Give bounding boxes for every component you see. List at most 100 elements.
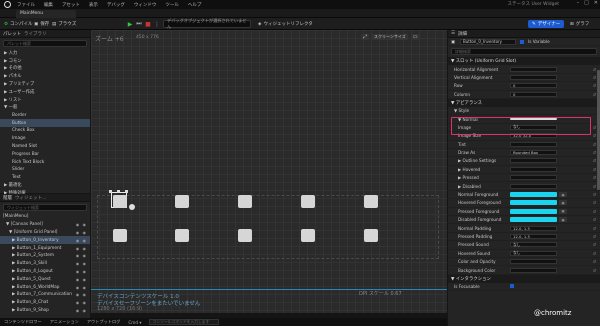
color-picker-icon[interactable]: ▦ [559, 217, 567, 223]
color-picker-icon[interactable]: ▦ [559, 200, 567, 206]
widget-button-logout[interactable] [364, 195, 378, 208]
hierarchy-item[interactable]: ▶ Button_0_Inventory ◉ ◉ [0, 236, 90, 245]
palette-item[interactable]: Check Box [0, 127, 90, 135]
property-value[interactable] [510, 183, 557, 189]
unreal-logo-icon[interactable] [4, 1, 11, 8]
hierarchy-item[interactable]: ▶ Button_4_Logout ◉ ◉ [0, 268, 90, 276]
hierarchy-item[interactable]: ▶ Button_6_WorldMap ◉ ◉ [0, 283, 90, 291]
reset-icon[interactable]: ↺ [593, 184, 596, 189]
minimize-icon[interactable]: – [577, 0, 580, 6]
palette-item[interactable]: Image [0, 135, 90, 143]
is-variable-checkbox[interactable]: Is Variable [520, 39, 550, 44]
anchor-handle[interactable] [129, 204, 135, 210]
compile-button[interactable]: ⚙ コンパイル [4, 20, 33, 28]
palette-item[interactable]: ▶ その他 [0, 65, 90, 73]
property-value[interactable] [510, 267, 557, 273]
palette-item[interactable]: Slider [0, 166, 90, 174]
tab-hierarchy[interactable]: 階層 [3, 195, 12, 201]
menu-window[interactable]: ウィンドウ [134, 2, 157, 8]
widget-button-communication[interactable] [238, 229, 252, 242]
pointer-icon[interactable]: ⤢ [361, 33, 370, 40]
reset-icon[interactable]: ↺ [593, 92, 596, 97]
palette-item[interactable]: ▶ プリミティブ [0, 80, 90, 88]
designer-button[interactable]: ✎ デザイナー [528, 20, 565, 28]
hierarchy-item[interactable]: ▶ Button_2_System ◉ ◉ [0, 252, 90, 260]
property-value[interactable]: なし [510, 242, 557, 248]
property-value[interactable] [510, 166, 557, 172]
palette-item[interactable]: Text [0, 174, 90, 182]
visibility-icon[interactable]: ◉ ◉ [76, 285, 87, 290]
menu-asset[interactable]: アセット [62, 2, 80, 8]
property-value[interactable]: 0 [510, 91, 557, 97]
output-log-button[interactable]: アウトプットログ [87, 319, 121, 325]
menu-edit[interactable]: 編集 [44, 2, 53, 8]
tab-widgets[interactable]: ウィジェット... [15, 195, 46, 201]
widget-button-system[interactable] [238, 195, 252, 208]
details-search-input[interactable]: 詳細検索 [451, 48, 597, 56]
widget-button-skill[interactable] [301, 195, 315, 208]
debug-object-dropdown[interactable]: デバッグオブジェクトが選択されていません [163, 18, 251, 29]
fill-screen-icon[interactable]: ▭ [410, 33, 420, 40]
console-input[interactable]: コンソールコマンドを入力します [149, 319, 220, 325]
visibility-icon[interactable]: ◉ ◉ [76, 277, 87, 282]
reset-icon[interactable]: ↺ [593, 125, 596, 130]
reset-icon[interactable]: ↺ [593, 217, 596, 222]
resize-handle[interactable] [125, 190, 128, 193]
reset-icon[interactable]: ↺ [593, 150, 596, 155]
hierarchy-item[interactable]: ▶ Button_8_Chat ◉ ◉ [0, 299, 90, 307]
palette-item[interactable]: ▶ リスト [0, 96, 90, 104]
reset-icon[interactable]: ↺ [593, 209, 596, 214]
hierarchy-item[interactable]: ▶ Button_5_Quest ◉ ◉ [0, 275, 90, 283]
reset-icon[interactable]: ↺ [593, 200, 596, 205]
palette-search-input[interactable]: パレット検索 [3, 40, 87, 47]
hierarchy-item[interactable]: ▶ Button_1_Equipment ◉ ◉ [0, 244, 90, 252]
hierarchy-item[interactable]: ▶ Button_9_Shop ◉ ◉ [0, 307, 90, 315]
palette-item[interactable]: Progress Bar [0, 150, 90, 158]
palette-item[interactable]: ▶ ユーザー作成 [0, 88, 90, 96]
hierarchy-item[interactable]: [MainMenu] [0, 213, 90, 221]
hierarchy-item[interactable]: ▶ Button_3_Skill ◉ ◉ [0, 260, 90, 268]
reset-icon[interactable]: ↺ [593, 167, 596, 172]
widget-reflector-button[interactable]: ◈ ウィジェットリフレクタ [258, 20, 313, 28]
maximize-icon[interactable]: □ [584, 0, 589, 6]
graph-button[interactable]: ⊞ グラフ [570, 20, 589, 28]
visibility-icon[interactable]: ◉ ◉ [76, 246, 87, 251]
property-value[interactable] [510, 74, 557, 80]
cmd-dropdown[interactable]: Cmd ▾ [128, 320, 141, 325]
menu-tools[interactable]: ツール [165, 2, 179, 8]
property-value[interactable] [510, 66, 557, 72]
palette-item[interactable]: Named Slot [0, 143, 90, 151]
property-value[interactable] [510, 259, 557, 265]
reset-icon[interactable]: ↺ [593, 268, 596, 273]
palette-item[interactable]: ▶ コモン [0, 57, 90, 65]
color-swatch[interactable] [510, 208, 557, 214]
hierarchy-item[interactable]: ▼ [Canvas Panel] ◉ ◉ [0, 221, 90, 229]
resize-handle[interactable] [109, 190, 112, 193]
close-icon[interactable]: ✕ [594, 0, 598, 6]
reset-icon[interactable]: ↺ [593, 251, 596, 256]
play-icon[interactable]: ▶ [126, 20, 134, 28]
menu-file[interactable]: ファイル [17, 2, 35, 8]
slot-category[interactable]: ▼ スロット (Uniform Grid Slot) [448, 57, 600, 66]
reset-icon[interactable]: ↺ [593, 158, 596, 163]
palette-item[interactable]: ▶ 入力 [0, 49, 90, 57]
property-value[interactable] [510, 158, 557, 164]
hierarchy-item[interactable]: ▼ [Uniform Grid Panel] ◉ ◉ [0, 229, 90, 237]
reset-icon[interactable]: ↺ [593, 242, 596, 247]
color-swatch[interactable] [510, 217, 557, 223]
more-icon[interactable]: ⋮ [153, 20, 161, 28]
property-value[interactable]: なし [510, 250, 557, 256]
reset-icon[interactable]: ↺ [593, 75, 596, 80]
widget-name-input[interactable]: Button_0_Inventory [460, 38, 516, 45]
menu-help[interactable]: ヘルプ [188, 2, 202, 8]
reset-icon[interactable]: ↺ [593, 175, 596, 180]
palette-item[interactable]: Rich Text Block [0, 158, 90, 166]
widget-button-quest[interactable] [113, 229, 127, 242]
resize-handle[interactable] [117, 190, 120, 193]
visibility-icon[interactable]: ◉ ◉ [76, 253, 87, 258]
tab-library[interactable]: ライブラリ [24, 31, 47, 37]
palette-item[interactable]: Border [0, 111, 90, 119]
visibility-icon[interactable]: ◉ ◉ [76, 292, 87, 297]
menu-debug[interactable]: デバッグ [107, 2, 125, 8]
visibility-icon[interactable]: ◉ ◉ [76, 269, 87, 274]
